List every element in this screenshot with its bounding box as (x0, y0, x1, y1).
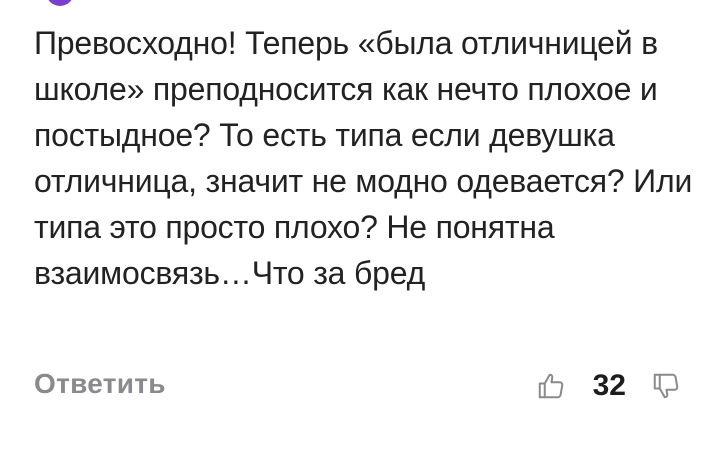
thumbs-up-icon[interactable] (533, 368, 569, 404)
avatar[interactable] (46, 0, 74, 6)
like-count: 32 (592, 369, 626, 402)
comment-footer: Ответить 32 (34, 364, 684, 408)
reply-button[interactable]: Ответить (34, 368, 166, 400)
vote-controls: 32 (533, 364, 684, 408)
thumbs-down-icon[interactable] (648, 368, 684, 404)
comment-text: Превосходно! Теперь «была отличницей в ш… (34, 25, 693, 291)
